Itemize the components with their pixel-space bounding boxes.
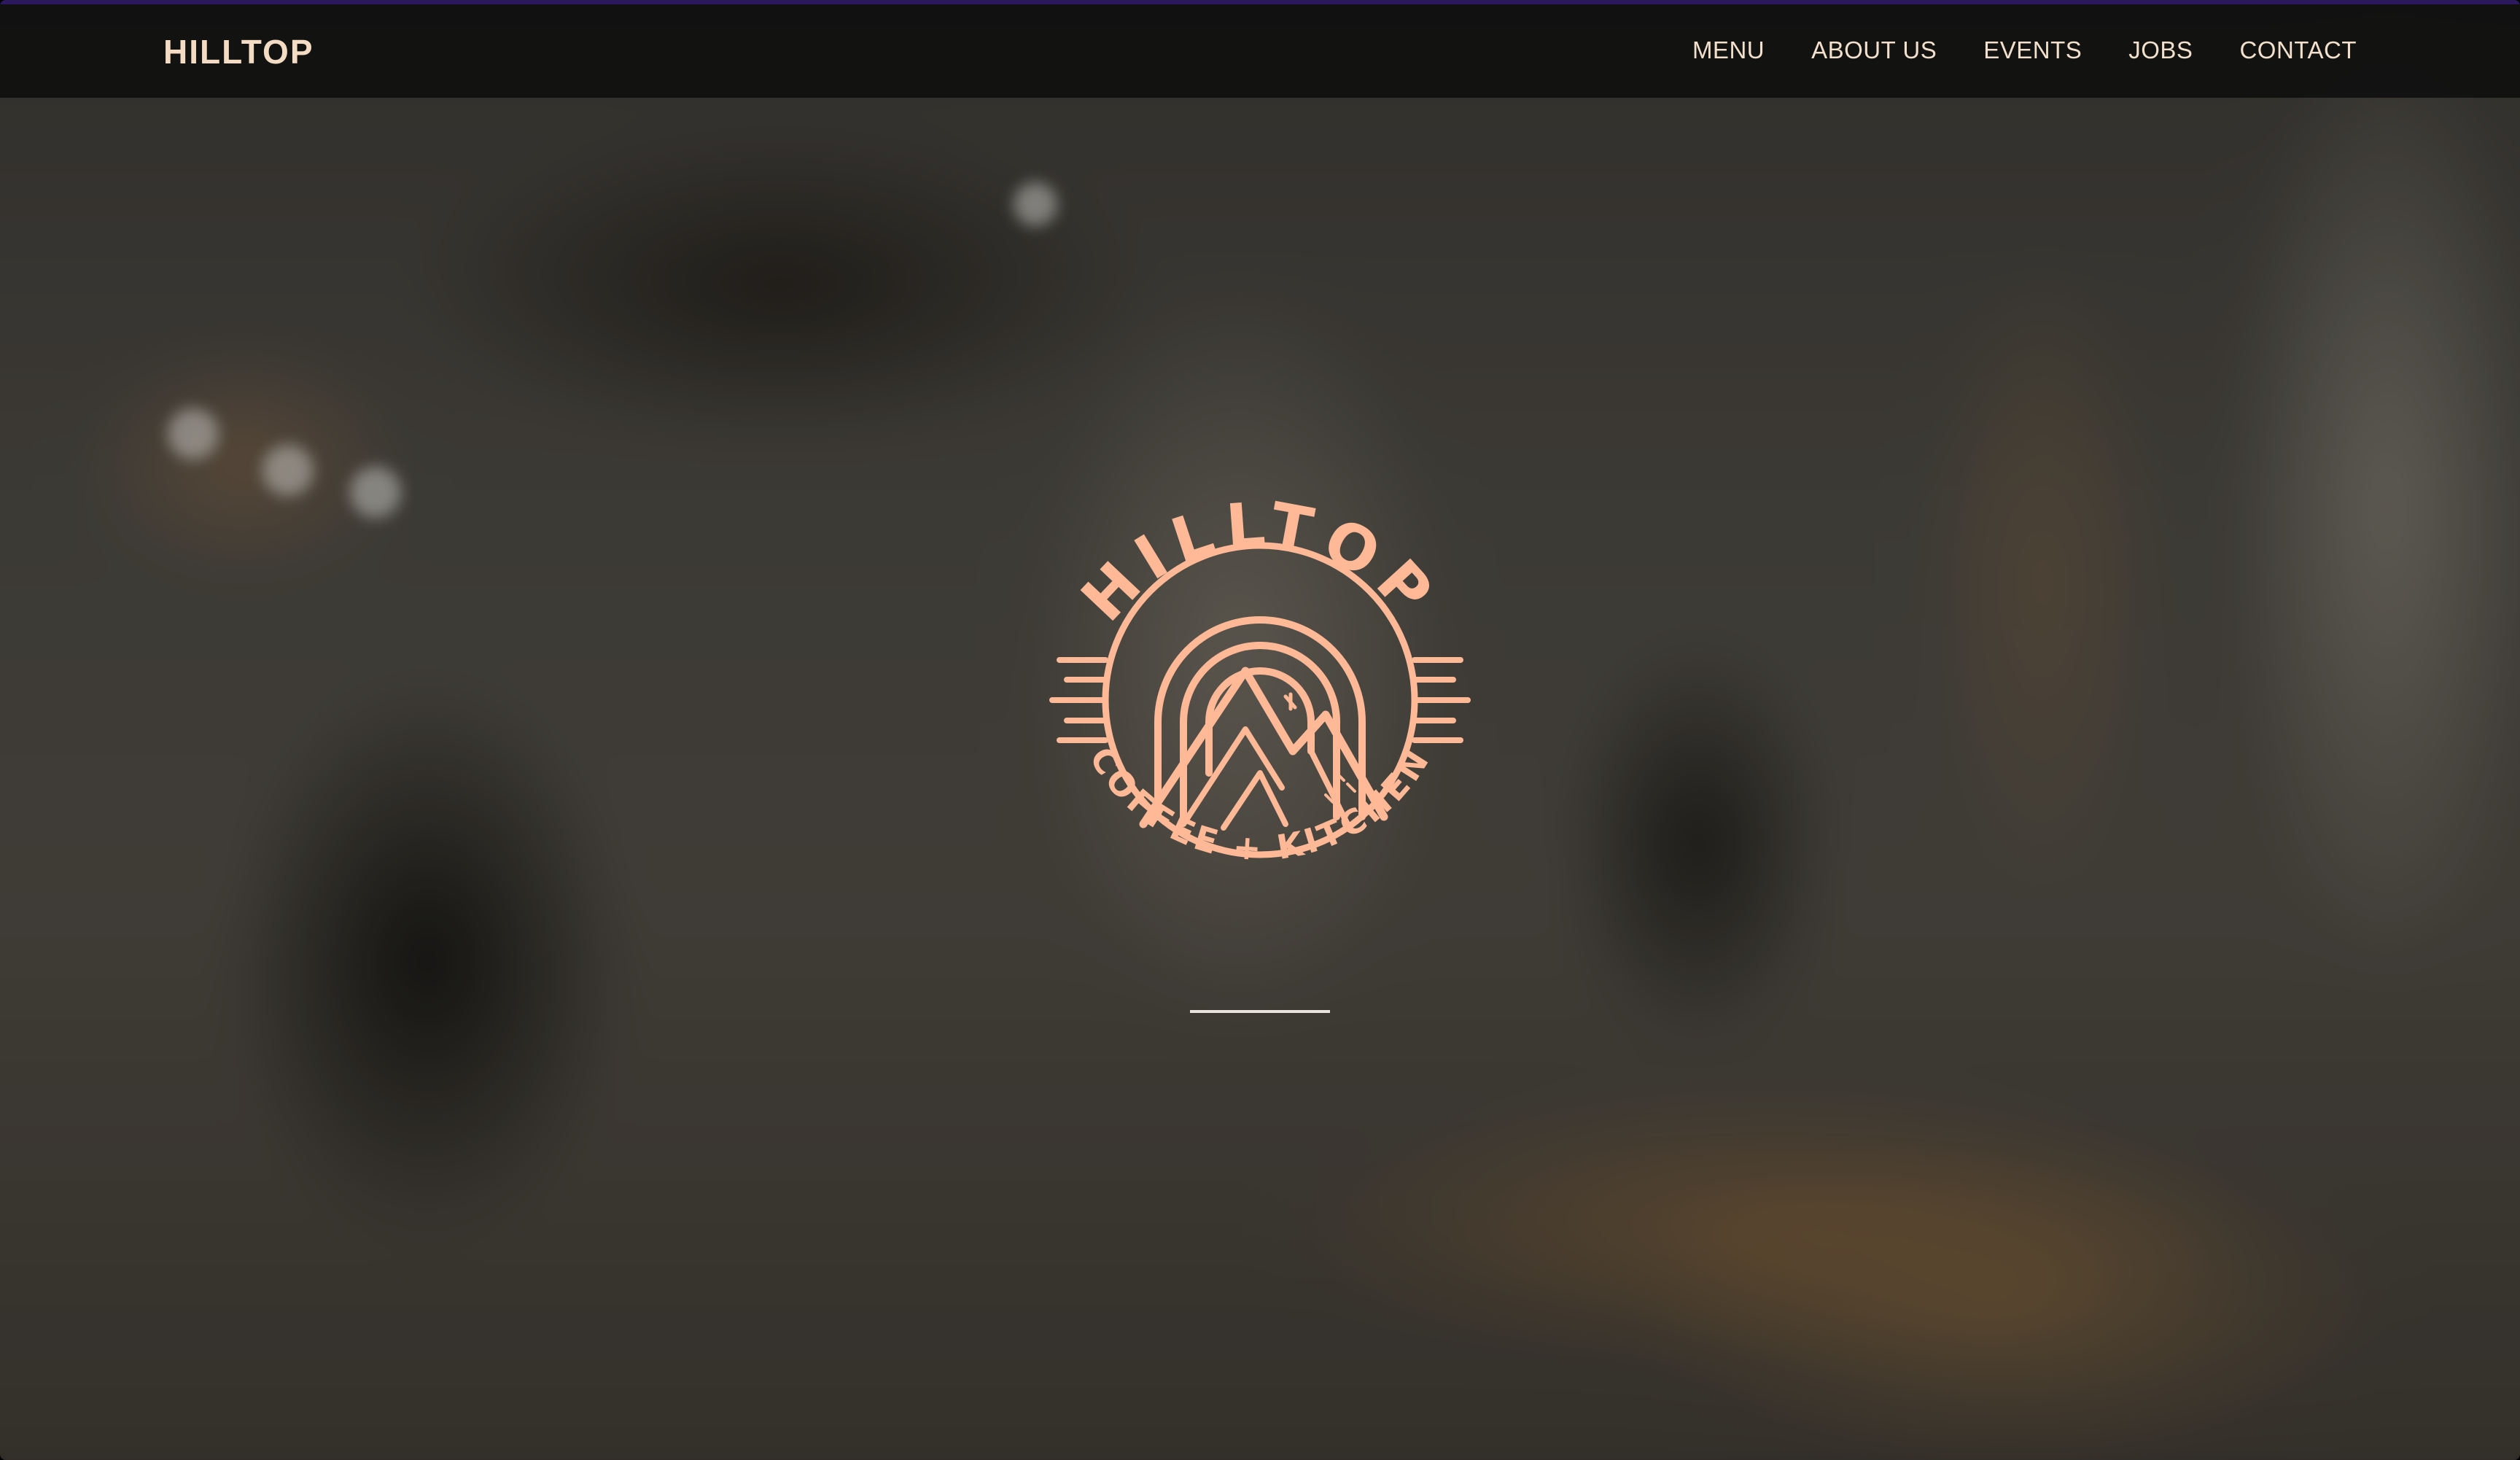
- brand-logo-text[interactable]: HILLTOP: [163, 32, 314, 71]
- navbar: HILLTOP MENU ABOUT US EVENTS JOBS CONTAC…: [0, 4, 2520, 98]
- nav-link-jobs[interactable]: JOBS: [2128, 36, 2193, 64]
- page: HILLTOP MENU ABOUT US EVENTS JOBS CONTAC…: [0, 0, 2520, 1460]
- top-accent-line: [0, 0, 2520, 4]
- logo-top-text: HILLTOP: [1068, 489, 1452, 634]
- hilltop-coffee-kitchen-logo: HILLTOP COFFEE + KITCHEN: [1049, 489, 1471, 869]
- nav-link-menu[interactable]: MENU: [1692, 36, 1765, 64]
- nav-link-about-us[interactable]: ABOUT US: [1811, 36, 1937, 64]
- nav-link-contact[interactable]: CONTACT: [2239, 36, 2357, 64]
- logo-bottom-text: COFFEE + KITCHEN: [1082, 740, 1439, 869]
- hero-divider: [1190, 1010, 1330, 1013]
- nav-link-events[interactable]: EVENTS: [1983, 36, 2082, 64]
- nav-links: MENU ABOUT US EVENTS JOBS CONTACT: [1692, 36, 2357, 64]
